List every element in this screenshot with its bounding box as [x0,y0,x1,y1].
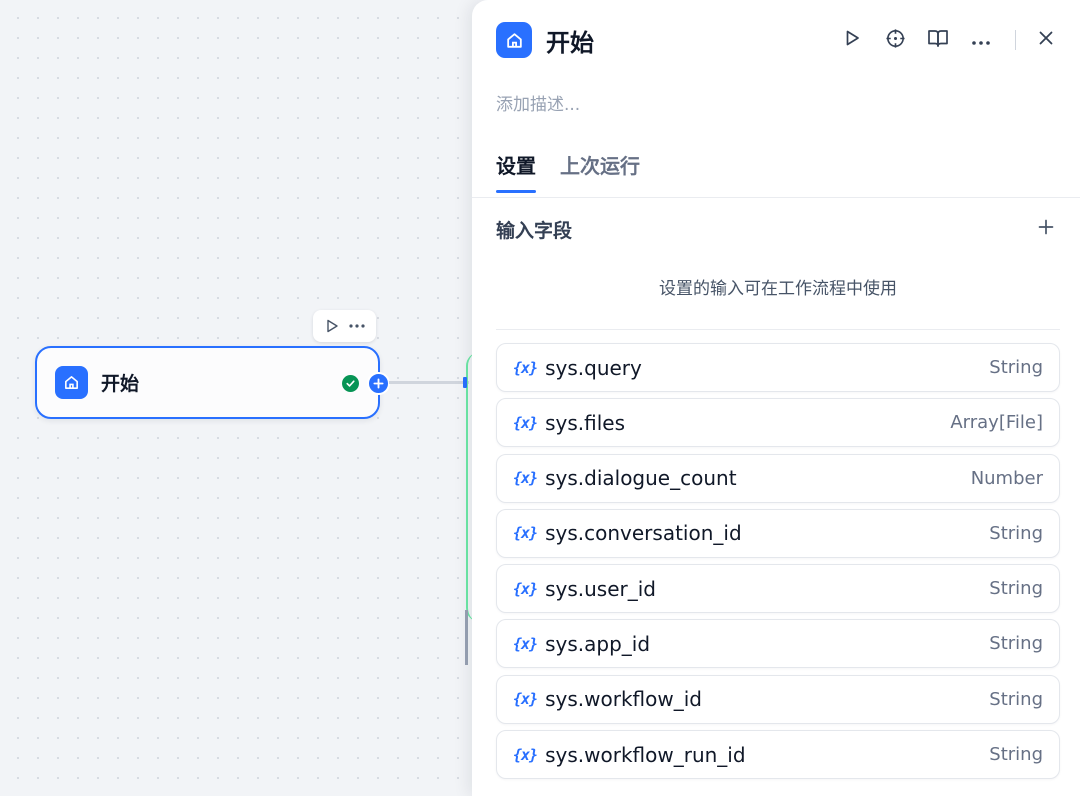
variable-name: sys.dialogue_count [545,466,737,491]
more-icon [971,31,991,50]
play-icon[interactable] [321,315,343,337]
variable-item[interactable]: {x} sys.workflow_run_id String [496,730,1060,780]
variable-item[interactable]: {x} sys.dialogue_count Number [496,453,1060,503]
system-variables-list: {x} sys.query String {x} sys.files Array… [496,343,1060,785]
variable-item[interactable]: {x} sys.app_id String [496,619,1060,669]
variable-name: sys.files [545,410,626,435]
check-circle-icon [342,375,359,392]
variable-icon: {x} [513,579,538,598]
variable-item[interactable]: {x} sys.conversation_id String [496,508,1060,558]
node-mini-toolbar [313,310,376,342]
home-icon [496,22,532,58]
node-edge [389,381,469,384]
add-node-button[interactable] [367,372,390,395]
help-docs-button[interactable] [920,22,956,58]
play-icon [843,29,861,51]
variable-icon: {x} [513,358,538,377]
close-panel-button[interactable] [1028,22,1064,58]
panel-title[interactable]: 开始 [546,23,594,58]
edge-target-handle[interactable] [463,377,467,388]
hint-divider [496,329,1060,330]
variable-name: sys.workflow_id [545,687,702,712]
variable-name: sys.conversation_id [545,521,742,546]
variable-type: Number [970,467,1043,489]
book-icon [927,28,949,52]
plus-icon [1038,219,1054,239]
description-input[interactable]: 添加描述... [496,90,580,115]
close-icon [1038,30,1054,50]
tab-last-run[interactable]: 上次运行 [560,150,640,193]
variable-icon: {x} [513,413,538,432]
variable-type: String [989,688,1043,710]
more-icon[interactable] [346,315,368,337]
variable-type: String [989,633,1043,655]
panel-tabs: 设置 上次运行 [496,150,664,193]
variable-type: String [989,522,1043,544]
add-input-field-button[interactable] [1032,215,1060,243]
input-fields-hint: 设置的输入可在工作流程中使用 [659,279,897,299]
variable-name: sys.app_id [545,631,651,656]
variable-item[interactable]: {x} sys.query String [496,343,1060,392]
variable-type: String [989,744,1043,766]
variable-type: Array[File] [950,412,1043,434]
node-settings-panel: 开始 添加描述... 设置 上次运行 输入字段 设置的输入可在工作流程中使用 {… [472,0,1080,796]
tab-settings[interactable]: 设置 [496,150,536,193]
tabs-divider [472,197,1080,198]
variable-icon: {x} [513,524,538,543]
locate-icon [885,28,906,53]
panel-header: 开始 [496,22,1064,58]
variable-icon: {x} [513,634,538,653]
actions-divider [1015,30,1016,50]
locate-node-button[interactable] [877,22,913,58]
variable-icon: {x} [513,745,538,764]
variable-type: String [989,578,1043,600]
panel-actions [827,22,1064,58]
start-node[interactable]: 开始 [35,346,390,419]
variable-type: String [989,357,1043,378]
more-options-button[interactable] [963,22,999,58]
variable-item[interactable]: {x} sys.files Array[File] [496,398,1060,448]
run-step-button[interactable] [834,22,870,58]
input-fields-title: 输入字段 [496,219,573,242]
next-node-connector [465,610,468,665]
input-fields-header: 输入字段 [496,214,1060,244]
variable-icon: {x} [513,690,538,709]
start-node-title: 开始 [101,373,140,395]
variable-name: sys.user_id [545,576,657,601]
variable-name: sys.workflow_run_id [545,742,746,767]
variable-icon: {x} [513,469,538,488]
workflow-canvas[interactable]: 开始 [0,0,480,796]
variable-item[interactable]: {x} sys.workflow_id String [496,674,1060,724]
variable-item[interactable]: {x} sys.user_id String [496,564,1060,614]
home-icon [55,366,88,399]
variable-name: sys.query [545,355,642,380]
